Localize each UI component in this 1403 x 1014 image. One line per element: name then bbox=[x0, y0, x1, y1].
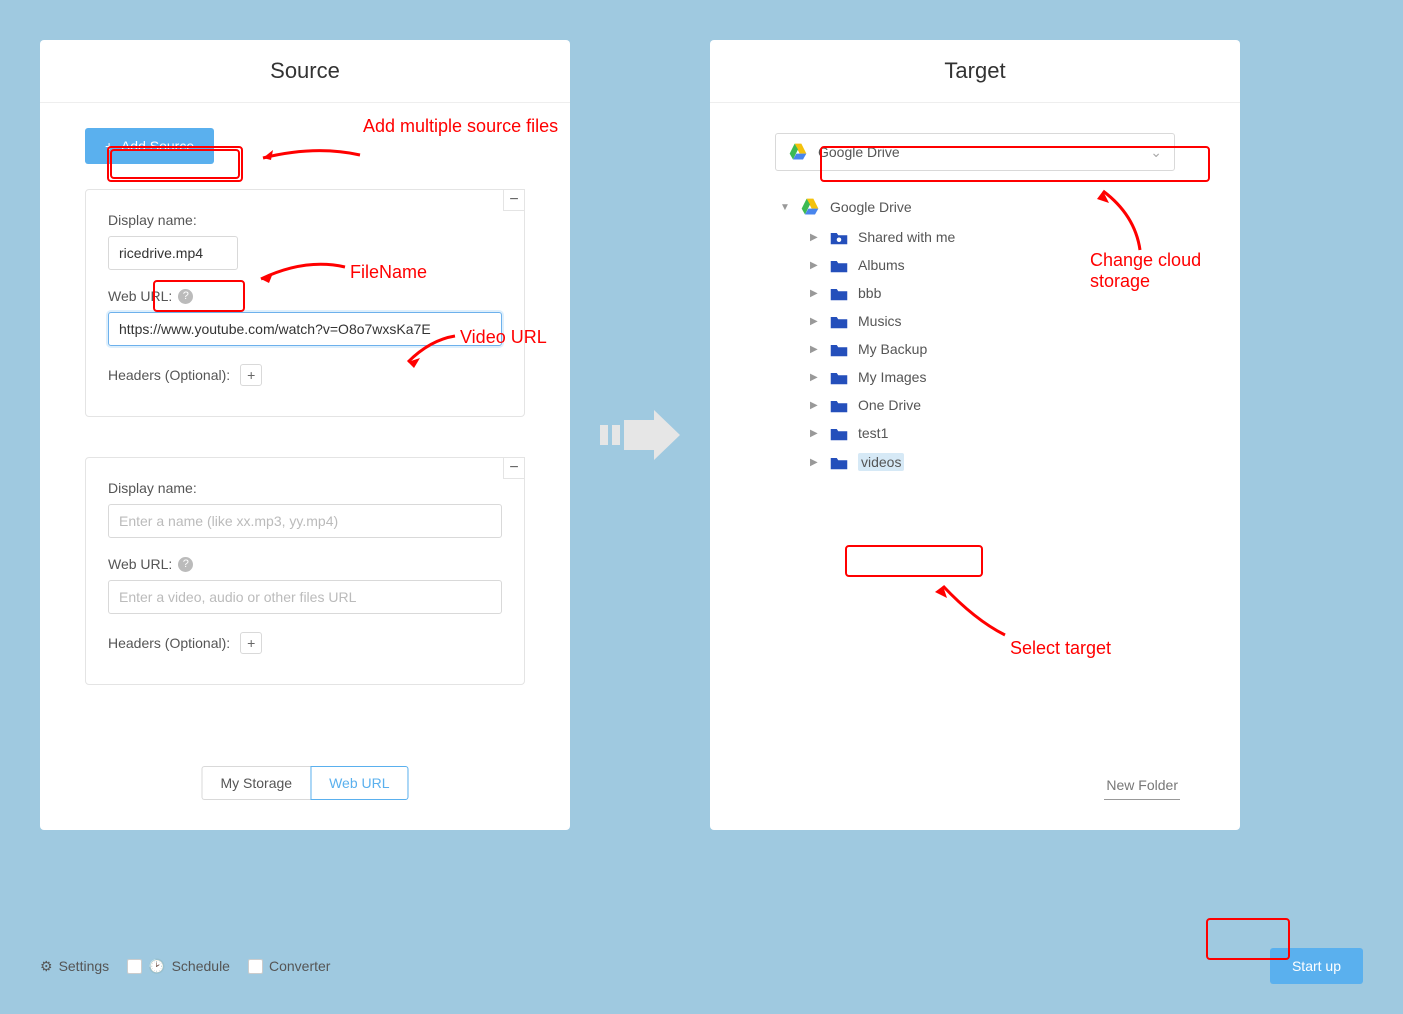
converter-toggle[interactable]: Converter bbox=[248, 958, 330, 974]
caret-right-icon: ▶ bbox=[810, 316, 820, 327]
folder-icon bbox=[830, 455, 848, 470]
annotation-text: FileName bbox=[350, 262, 427, 283]
headers-label: Headers (Optional): + bbox=[108, 632, 502, 654]
annotation-text: Select target bbox=[1010, 638, 1111, 659]
annotation-arrow-icon bbox=[1095, 185, 1155, 255]
checkbox-icon bbox=[127, 959, 142, 974]
tree-item[interactable]: ▶ My Images bbox=[810, 363, 1240, 391]
web-url-input[interactable] bbox=[108, 580, 502, 614]
help-icon[interactable]: ? bbox=[178, 557, 193, 572]
startup-button[interactable]: Start up bbox=[1270, 948, 1363, 984]
tab-my-storage[interactable]: My Storage bbox=[201, 766, 310, 800]
annotation-text: Add multiple source files bbox=[363, 116, 558, 137]
folder-icon bbox=[830, 342, 848, 357]
cloud-storage-selector[interactable]: Google Drive ⌄ bbox=[775, 133, 1175, 171]
target-panel: Target Google Drive ⌄ ▼ Google Drive ▶ S… bbox=[710, 40, 1240, 830]
new-folder-button[interactable]: New Folder bbox=[1104, 773, 1180, 800]
tree-item[interactable]: ▶ My Backup bbox=[810, 335, 1240, 363]
caret-right-icon: ▶ bbox=[810, 428, 820, 439]
transfer-arrow-icon bbox=[600, 410, 680, 460]
web-url-label: Web URL: ? bbox=[108, 288, 502, 304]
folder-icon bbox=[830, 258, 848, 273]
caret-right-icon: ▶ bbox=[810, 457, 820, 468]
annotation-arrow-icon bbox=[255, 140, 365, 170]
caret-right-icon: ▶ bbox=[810, 344, 820, 355]
annotation-arrow-icon bbox=[935, 580, 1015, 640]
folder-icon bbox=[830, 286, 848, 301]
target-title: Target bbox=[710, 40, 1240, 103]
settings-link[interactable]: ⚙ Settings bbox=[40, 958, 109, 975]
caret-right-icon: ▶ bbox=[810, 288, 820, 299]
add-header-button[interactable]: + bbox=[240, 364, 262, 386]
footer-bar: ⚙ Settings 🕑 Schedule Converter Start up bbox=[40, 948, 1363, 984]
add-header-button[interactable]: + bbox=[240, 632, 262, 654]
folder-tree: ▼ Google Drive ▶ Shared with me ▶ Albums… bbox=[780, 191, 1240, 477]
tree-item-videos[interactable]: ▶ videos bbox=[810, 447, 1240, 477]
display-name-input[interactable] bbox=[108, 504, 502, 538]
plus-icon: + bbox=[105, 138, 121, 154]
schedule-toggle[interactable]: 🕑 Schedule bbox=[127, 958, 230, 975]
cloud-storage-label: Google Drive bbox=[818, 144, 900, 160]
shared-folder-icon bbox=[830, 230, 848, 245]
display-name-label: Display name: bbox=[108, 212, 502, 228]
collapse-button[interactable]: − bbox=[503, 189, 525, 211]
caret-right-icon: ▶ bbox=[810, 260, 820, 271]
source-tab-switch: My Storage Web URL bbox=[201, 766, 408, 800]
google-drive-icon bbox=[788, 142, 808, 162]
annotation-text: Change cloud storage bbox=[1090, 250, 1260, 292]
caret-right-icon: ▶ bbox=[810, 232, 820, 243]
caret-right-icon: ▶ bbox=[810, 372, 820, 383]
collapse-button[interactable]: − bbox=[503, 457, 525, 479]
clock-icon: 🕑 bbox=[148, 958, 165, 975]
annotation-text: Video URL bbox=[460, 327, 547, 348]
caret-down-icon: ▼ bbox=[780, 202, 790, 213]
add-source-button[interactable]: + Add Source bbox=[85, 128, 214, 164]
source-title: Source bbox=[40, 40, 570, 103]
annotation-arrow-icon bbox=[255, 255, 350, 285]
tree-item[interactable]: ▶ test1 bbox=[810, 419, 1240, 447]
checkbox-icon bbox=[248, 959, 263, 974]
chevron-down-icon: ⌄ bbox=[1150, 144, 1162, 161]
source-card: − Display name: Web URL: ? Headers (Opti… bbox=[85, 457, 525, 685]
help-icon[interactable]: ? bbox=[178, 289, 193, 304]
tree-item[interactable]: ▶ Musics bbox=[810, 307, 1240, 335]
web-url-label: Web URL: ? bbox=[108, 556, 502, 572]
tree-item[interactable]: ▶ One Drive bbox=[810, 391, 1240, 419]
caret-right-icon: ▶ bbox=[810, 400, 820, 411]
display-name-label: Display name: bbox=[108, 480, 502, 496]
tab-web-url[interactable]: Web URL bbox=[310, 766, 408, 800]
tree-item-shared[interactable]: ▶ Shared with me bbox=[810, 223, 1240, 251]
folder-icon bbox=[830, 370, 848, 385]
google-drive-icon bbox=[800, 197, 820, 217]
tree-root[interactable]: ▼ Google Drive bbox=[780, 191, 1240, 223]
folder-icon bbox=[830, 398, 848, 413]
gear-icon: ⚙ bbox=[40, 958, 53, 975]
folder-icon bbox=[830, 426, 848, 441]
source-card: − Display name: Web URL: ? Headers (Opti… bbox=[85, 189, 525, 417]
annotation-arrow-icon bbox=[400, 328, 460, 368]
folder-icon bbox=[830, 314, 848, 329]
display-name-input[interactable] bbox=[108, 236, 238, 270]
